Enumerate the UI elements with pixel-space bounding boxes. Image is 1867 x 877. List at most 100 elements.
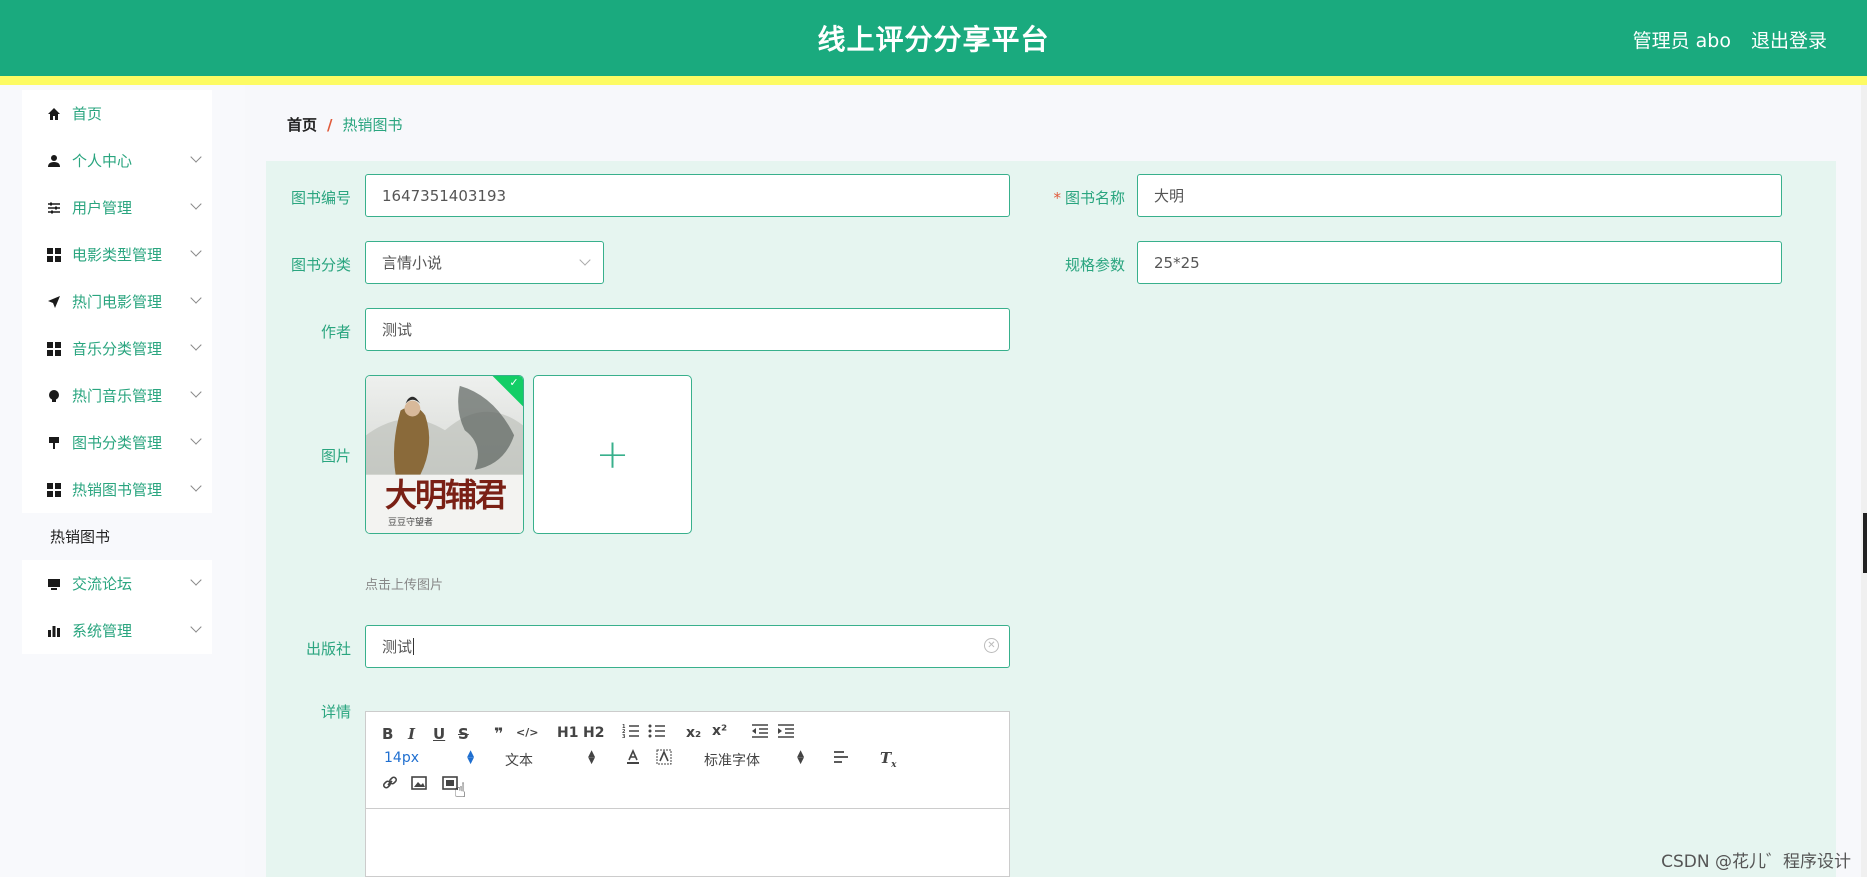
heading2-button[interactable]: H2: [583, 725, 604, 741]
clear-icon[interactable]: ✕: [984, 638, 999, 653]
grid-icon: [46, 341, 62, 357]
sidebar-item-label: 热门电影管理: [72, 293, 163, 311]
top-stripe: [0, 76, 1867, 85]
sidebar-item-label: 音乐分类管理: [72, 340, 163, 358]
author-input[interactable]: 测试: [365, 308, 1010, 351]
sidebar-item-system-management[interactable]: 系统管理: [22, 607, 212, 654]
brush-icon: [46, 435, 62, 451]
chevron-down-icon: [190, 198, 202, 210]
current-user: 管理员 abo: [1632, 30, 1731, 52]
sidebar-menu: 首页 个人中心 用户管理 电影类型管理 热门电影管理 音乐分类管理 热门音乐管理…: [22, 90, 212, 654]
logout-button[interactable]: 退出登录: [1751, 26, 1827, 53]
sidebar-item-label: 热销图书: [50, 528, 111, 546]
publisher-input[interactable]: 测试 ✕: [365, 625, 1010, 668]
spec-label: 规格参数: [1064, 256, 1125, 274]
sidebar-item-hot-movie-management[interactable]: 热门电影管理: [22, 278, 212, 325]
sidebar-item-book-category-management[interactable]: 图书分类管理: [22, 419, 212, 466]
italic-button[interactable]: I: [408, 725, 415, 743]
chevron-down-icon: [190, 621, 202, 633]
heading1-button[interactable]: H1: [557, 725, 578, 741]
font-family-select[interactable]: 标准字体 ▲ ▼: [704, 750, 804, 770]
updown-icon: ▲ ▼: [588, 749, 595, 766]
bulb-icon: [46, 388, 62, 404]
monitor-icon: [46, 576, 62, 592]
grid-icon: [46, 247, 62, 263]
sidebar-item-hot-music-management[interactable]: 热门音乐管理: [22, 372, 212, 419]
quote-button[interactable]: ❞: [494, 724, 503, 743]
scrollbar-thumb[interactable]: [1863, 513, 1867, 573]
chevron-down-icon: [190, 386, 202, 398]
bold-button[interactable]: B: [382, 725, 393, 743]
align-icon[interactable]: [833, 749, 849, 769]
cover-author: 豆豆守望者: [388, 518, 434, 528]
details-label: 详情: [320, 703, 351, 721]
book-name-label-text: 图书名称: [1064, 189, 1125, 207]
book-name-input[interactable]: 大明: [1137, 174, 1782, 217]
book-no-value: 1647351403193: [382, 186, 507, 205]
chevron-down-icon: [190, 245, 202, 257]
unordered-list-icon[interactable]: [648, 723, 666, 743]
author-label: 作者: [320, 323, 351, 341]
category-select[interactable]: 言情小说: [365, 241, 604, 284]
breadcrumb-current: 热销图书: [342, 116, 403, 134]
breadcrumb-home[interactable]: 首页: [287, 114, 317, 135]
check-icon: ✓: [509, 375, 519, 389]
rich-text-editor: B I U S ❞ </> H1 H2 123 x₂ x² 14px ▲ ▼ 文本…: [365, 711, 1010, 877]
editor-toolbar: B I U S ❞ </> H1 H2 123 x₂ x² 14px ▲ ▼ 文本…: [366, 712, 1009, 809]
sidebar-item-forum[interactable]: 交流论坛: [22, 560, 212, 607]
chevron-down-icon: [190, 151, 202, 163]
book-no-label: 图书编号: [290, 189, 351, 207]
sidebar-item-hot-book-management[interactable]: 热销图书管理: [22, 466, 212, 513]
book-name-value: 大明: [1154, 187, 1185, 205]
user-icon: [46, 153, 62, 169]
upload-image-button[interactable]: +: [533, 375, 692, 534]
sidebar-subitem-hot-books[interactable]: 热销图书: [22, 513, 212, 560]
hand-cursor-icon: ☝: [454, 778, 467, 802]
outdent-icon[interactable]: [751, 723, 769, 743]
strikethrough-button[interactable]: S: [458, 725, 469, 743]
spec-input[interactable]: 25*25: [1137, 241, 1782, 284]
background-color-icon[interactable]: [656, 749, 672, 769]
underline-button[interactable]: U: [433, 725, 445, 743]
text-style-select[interactable]: 文本 ▲ ▼: [505, 750, 595, 770]
sidebar-item-label: 首页: [72, 105, 103, 123]
code-button[interactable]: </>: [516, 726, 538, 739]
page-scrollbar[interactable]: [1861, 85, 1867, 877]
chevron-down-icon: [190, 292, 202, 304]
app-title: 线上评分分享平台: [817, 23, 1050, 56]
sidebar-item-personal-center[interactable]: 个人中心: [22, 137, 212, 184]
updown-icon: ▲ ▼: [797, 749, 804, 766]
sidebar: 首页 个人中心 用户管理 电影类型管理 热门电影管理 音乐分类管理 热门音乐管理…: [0, 85, 245, 877]
sidebar-item-label: 图书分类管理: [72, 434, 163, 452]
link-icon[interactable]: [382, 775, 398, 795]
font-color-icon[interactable]: [625, 749, 641, 769]
grid-icon: [46, 482, 62, 498]
sidebar-item-movie-type-management[interactable]: 电影类型管理: [22, 231, 212, 278]
category-label: 图书分类: [290, 256, 351, 274]
superscript-button[interactable]: x²: [712, 723, 727, 739]
clear-format-icon[interactable]: Tx: [880, 749, 897, 770]
spec-value: 25*25: [1154, 253, 1200, 272]
book-no-input[interactable]: 1647351403193: [365, 174, 1010, 217]
indent-icon[interactable]: [777, 723, 795, 743]
bar-chart-icon: [46, 623, 62, 639]
sidebar-item-label: 个人中心: [72, 152, 133, 170]
chevron-down-icon: [190, 339, 202, 351]
sidebar-item-label: 热门音乐管理: [72, 387, 163, 405]
svg-text:3: 3: [622, 734, 626, 739]
cover-title: 大明辅君: [384, 476, 507, 514]
font-size-value: 14px: [384, 750, 419, 766]
paper-plane-icon: [46, 294, 62, 310]
updown-icon: ▲ ▼: [467, 749, 474, 766]
sidebar-item-music-category-management[interactable]: 音乐分类管理: [22, 325, 212, 372]
ordered-list-icon[interactable]: 123: [622, 723, 640, 743]
sidebar-item-home[interactable]: 首页: [22, 90, 212, 137]
image-label: 图片: [320, 447, 351, 465]
font-size-select[interactable]: 14px ▲ ▼: [384, 749, 474, 767]
watermark: CSDN @花儿゛程序设计: [1661, 852, 1851, 872]
font-family-value: 标准字体: [704, 753, 760, 769]
image-icon[interactable]: [411, 775, 427, 795]
sidebar-item-user-management[interactable]: 用户管理: [22, 184, 212, 231]
subscript-button[interactable]: x₂: [686, 725, 701, 741]
text-cursor: [413, 638, 415, 655]
